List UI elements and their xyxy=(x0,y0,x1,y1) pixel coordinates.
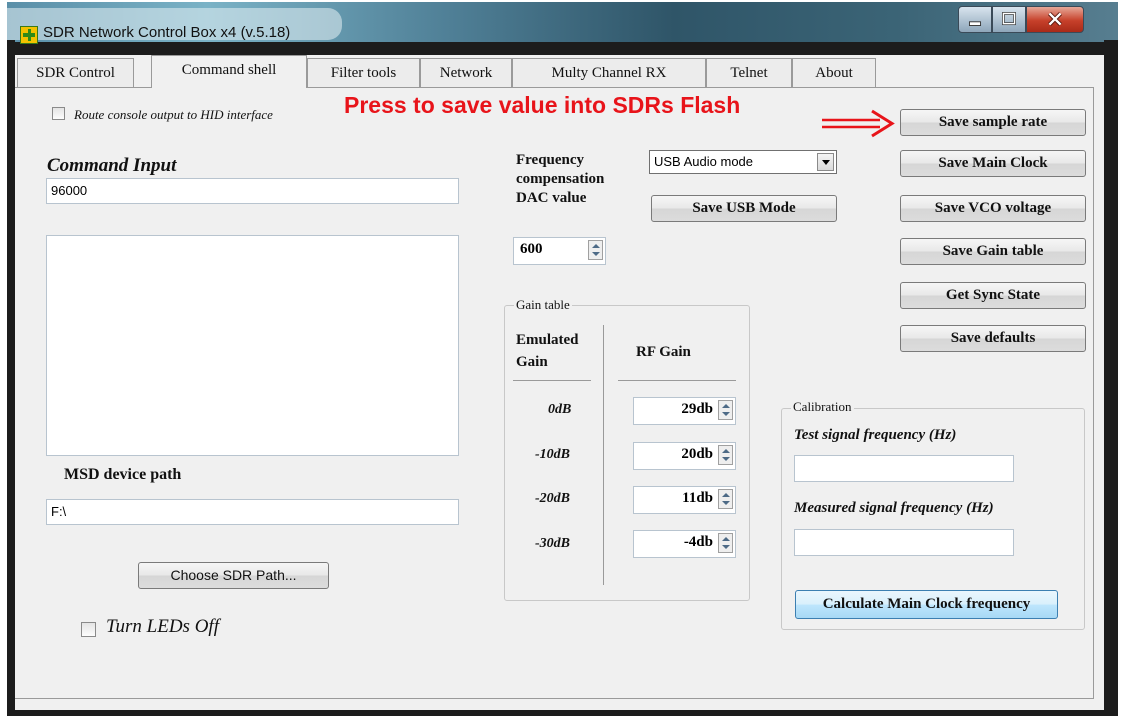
header-divider xyxy=(513,380,591,381)
test-signal-input[interactable] xyxy=(794,455,1014,482)
maximize-icon xyxy=(1002,12,1016,26)
tab-multy-channel-rx[interactable]: Multy Channel RX xyxy=(512,58,706,87)
console-output[interactable] xyxy=(46,235,459,456)
save-sample-rate-button[interactable]: Save sample rate xyxy=(900,109,1086,136)
command-input[interactable]: 96000 xyxy=(46,178,459,204)
spin-arrows-icon[interactable] xyxy=(718,489,733,509)
column-divider xyxy=(603,325,604,585)
header-divider xyxy=(618,380,736,381)
measured-signal-label: Measured signal frequency (Hz) xyxy=(794,500,994,516)
turn-leds-off-label: Turn LEDs Off xyxy=(106,616,219,637)
emulated-gain-value: -10dB xyxy=(535,447,570,462)
emulated-gain-value: -20dB xyxy=(535,491,570,506)
tab-about[interactable]: About xyxy=(792,58,876,87)
window-frame-bottom xyxy=(7,710,1118,716)
chevron-down-icon[interactable] xyxy=(817,153,834,171)
rf-gain-stepper[interactable]: -4db xyxy=(633,530,736,558)
rf-gain-header: RF Gain xyxy=(636,344,691,360)
rf-gain-value: -4db xyxy=(683,534,713,550)
window-frame-left xyxy=(7,40,15,716)
turn-leds-off-checkbox[interactable] xyxy=(81,622,96,637)
save-vco-voltage-button[interactable]: Save VCO voltage xyxy=(900,195,1086,222)
spin-arrows-icon[interactable] xyxy=(718,400,733,420)
frequency-label-line: Frequency xyxy=(516,152,585,168)
save-main-clock-button[interactable]: Save Main Clock xyxy=(900,150,1086,177)
spin-arrows-icon[interactable] xyxy=(588,240,603,260)
emulated-header-line: Gain xyxy=(516,354,548,370)
minimize-icon xyxy=(968,21,982,26)
window-title: SDR Network Control Box x4 (v.5.18) xyxy=(43,24,291,41)
get-sync-state-button[interactable]: Get Sync State xyxy=(900,282,1086,309)
route-console-label: Route console output to HID interface xyxy=(74,107,273,122)
usb-mode-value: USB Audio mode xyxy=(654,154,754,169)
emulated-gain-header: Emulated Gain xyxy=(516,329,579,373)
rf-gain-value: 20db xyxy=(681,446,713,462)
rf-gain-value: 29db xyxy=(681,401,713,417)
usb-mode-select[interactable]: USB Audio mode xyxy=(649,150,837,174)
msd-path-label: MSD device path xyxy=(64,466,182,483)
save-defaults-button[interactable]: Save defaults xyxy=(900,325,1086,352)
minimize-button[interactable] xyxy=(958,6,992,33)
tab-telnet[interactable]: Telnet xyxy=(706,58,792,87)
calculate-main-clock-button[interactable]: Calculate Main Clock frequency xyxy=(795,590,1058,619)
arrow-right-icon xyxy=(822,109,895,138)
tab-filter-tools[interactable]: Filter tools xyxy=(307,58,420,87)
command-input-label: Command Input xyxy=(47,155,177,176)
close-button[interactable] xyxy=(1026,6,1084,33)
app-logo-icon xyxy=(20,26,38,44)
save-flash-annotation: Press to save value into SDRs Flash xyxy=(344,92,741,118)
save-usb-mode-button[interactable]: Save USB Mode xyxy=(651,195,837,222)
dac-value-stepper[interactable]: 600 xyxy=(513,237,606,265)
test-signal-label: Test signal frequency (Hz) xyxy=(794,427,957,443)
frequency-label-line: DAC value xyxy=(516,190,587,206)
rf-gain-value: 11db xyxy=(682,490,713,506)
rf-gain-stepper[interactable]: 29db xyxy=(633,397,736,425)
maximize-button[interactable] xyxy=(992,6,1026,33)
rf-gain-stepper[interactable]: 11db xyxy=(633,486,736,514)
emulated-header-line: Emulated xyxy=(516,332,579,348)
measured-signal-input[interactable] xyxy=(794,529,1014,556)
spin-arrows-icon[interactable] xyxy=(718,533,733,553)
msd-path-input[interactable]: F:\ xyxy=(46,499,459,525)
frequency-compensation-label: Frequency compensation DAC value xyxy=(516,151,604,208)
route-console-checkbox[interactable] xyxy=(52,107,65,120)
title-bar[interactable]: SDR Network Control Box x4 (v.5.18) xyxy=(7,2,1118,44)
save-gain-table-button[interactable]: Save Gain table xyxy=(900,238,1086,265)
window-frame-right xyxy=(1104,40,1118,716)
tab-sdr-control[interactable]: SDR Control xyxy=(17,58,134,87)
emulated-gain-value: 0dB xyxy=(548,402,572,417)
frequency-label-line: compensation xyxy=(516,171,605,187)
close-icon xyxy=(1047,12,1063,27)
tab-network[interactable]: Network xyxy=(420,58,512,87)
tab-command-shell[interactable]: Command shell xyxy=(151,55,307,88)
calibration-caption: Calibration xyxy=(791,399,854,415)
spin-arrows-icon[interactable] xyxy=(718,445,733,465)
emulated-gain-value: -30dB xyxy=(535,536,570,551)
dac-value: 600 xyxy=(520,241,543,257)
choose-sdr-path-button[interactable]: Choose SDR Path... xyxy=(138,562,329,589)
gain-table-caption: Gain table xyxy=(514,297,572,313)
rf-gain-stepper[interactable]: 20db xyxy=(633,442,736,470)
